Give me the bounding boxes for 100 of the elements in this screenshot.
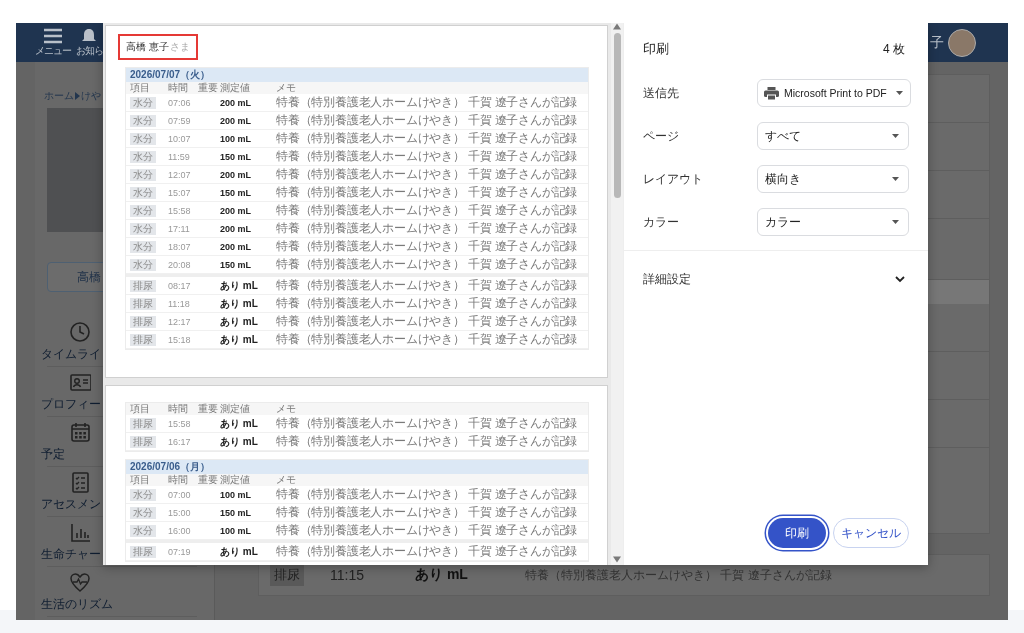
nav-label: アセスメン (41, 495, 101, 513)
category-tag: 水分 (130, 524, 156, 537)
category-tag: 水分 (130, 114, 156, 127)
category-tag: 水分 (130, 204, 156, 217)
record-memo: 特養（特別養護老人ホームけやき） 千賀 遼子さんが記録 (276, 238, 579, 255)
record-memo: 特養（特別養護老人ホームけやき） 千賀 遼子さんが記録 (276, 415, 579, 432)
record-value: 150 mL (220, 259, 253, 270)
column-header: 項目 (130, 474, 151, 486)
column-header: 時間 (168, 474, 189, 486)
field-label: ページ (643, 127, 679, 145)
record-memo: 特養（特別養護老人ホームけやき） 千賀 遼子さんが記録 (276, 202, 579, 219)
record-memo: 特養（特別養護老人ホームけやき） 千賀 遼子さんが記録 (276, 486, 579, 503)
record-value: あり mL (220, 434, 259, 449)
record-value: あり mL (220, 544, 259, 559)
record-memo: 特養（特別養護老人ホームけやき） 千賀 遼子さんが記録 (276, 504, 579, 521)
category-tag: 排尿 (130, 315, 156, 328)
category-tag: 水分 (130, 222, 156, 235)
category-tag: 排尿 (130, 435, 156, 448)
record-value: 200 mL (220, 169, 253, 180)
nav-label: 生活のリズム (41, 595, 113, 613)
record-time: 07:06 (168, 97, 192, 108)
category-tag: 水分 (130, 258, 156, 271)
column-header: 重要 (198, 82, 219, 94)
record-memo: 特養（特別養護老人ホームけやき） 千賀 遼子さんが記録 (276, 184, 579, 201)
record-memo: 特養（特別養護老人ホームけやき） 千賀 遼子さんが記録 (276, 295, 579, 312)
column-header: 項目 (130, 403, 151, 415)
column-header: メモ (276, 474, 297, 486)
field-label: 送信先 (643, 84, 679, 102)
nav-label: 予定 (41, 445, 65, 463)
record-value: 150 mL (220, 507, 253, 518)
record-value: あり mL (220, 416, 259, 431)
record-value: 100 mL (220, 525, 253, 536)
record-memo: 特養（特別養護老人ホームけやき） 千賀 遼子さんが記録 (276, 220, 579, 237)
column-header: 測定値 (220, 403, 251, 415)
category-tag: 水分 (130, 240, 156, 253)
resident-name: 高橋 恵子 (126, 40, 169, 54)
record-time: 15:07 (168, 187, 192, 198)
record-value: あり mL (220, 296, 259, 311)
record-time: 10:07 (168, 133, 192, 144)
record-memo: 特養（特別養護老人ホームけやき） 千賀 遼子さんが記録 (276, 166, 579, 183)
dropdown-value: カラー (765, 213, 802, 231)
column-header: 測定値 (220, 82, 251, 94)
record-time: 11:59 (168, 151, 191, 162)
dropdown-value: Microsoft Print to PDF (784, 87, 888, 99)
record-time: 18:07 (168, 241, 192, 252)
column-header: 重要 (198, 474, 219, 486)
record-time: 11:18 (168, 298, 191, 309)
nav-label: 生命チャー (41, 545, 101, 563)
record-value: 200 mL (220, 97, 253, 108)
record-value: 200 mL (220, 223, 253, 234)
record-memo: 特養（特別養護老人ホームけやき） 千賀 遼子さんが記録 (276, 94, 579, 111)
field-label: レイアウト (643, 170, 703, 188)
record-time: 08:17 (168, 280, 192, 291)
record-time: 15:00 (168, 507, 192, 518)
record-time: 16:17 (168, 436, 192, 447)
nav-label: プロフィー (41, 395, 101, 413)
category-tag: 水分 (130, 168, 156, 181)
record-memo: 特養（特別養護老人ホームけやき） 千賀 遼子さんが記録 (276, 112, 579, 129)
column-header: 時間 (168, 82, 189, 94)
column-header: 時間 (168, 403, 189, 415)
sheet-count: 4 枚 (883, 40, 905, 58)
dialog-title: 印刷 (643, 40, 669, 58)
record-value: 150 mL (220, 187, 253, 198)
column-header: 重要 (198, 403, 219, 415)
category-tag: 水分 (130, 186, 156, 199)
dropdown-value: 横向き (765, 170, 802, 188)
honorific: さま (169, 40, 190, 54)
record-memo: 特養（特別養護老人ホームけやき） 千賀 遼子さんが記録 (276, 313, 579, 330)
record-time: 15:18 (168, 334, 192, 345)
record-time: 20:08 (168, 259, 192, 270)
record-memo: 特養（特別養護老人ホームけやき） 千賀 遼子さんが記録 (276, 256, 579, 273)
category-tag: 排尿 (130, 279, 156, 292)
record-value: 200 mL (220, 115, 253, 126)
record-memo: 特養（特別養護老人ホームけやき） 千賀 遼子さんが記録 (276, 130, 579, 147)
field-label: カラー (643, 213, 679, 231)
dropdown-value: すべて (765, 127, 802, 145)
record-memo: 特養（特別養護老人ホームけやき） 千賀 遼子さんが記録 (276, 331, 579, 348)
record-value: 200 mL (220, 205, 253, 216)
category-tag: 排尿 (130, 545, 156, 558)
record-time: 15:58 (168, 418, 192, 429)
record-time: 16:00 (168, 525, 192, 536)
record-memo: 特養（特別養護老人ホームけやき） 千賀 遼子さんが記録 (276, 433, 579, 450)
user-name: 子 (930, 33, 944, 52)
record-value: あり mL (415, 566, 469, 584)
record-time: 12:17 (168, 316, 192, 327)
category-tag: 排尿 (130, 333, 156, 346)
category-tag: 水分 (130, 132, 156, 145)
category-tag: 水分 (130, 488, 156, 501)
record-value: 200 mL (220, 241, 253, 252)
menu-label: メニュー (35, 43, 71, 58)
category-tag: 水分 (130, 506, 156, 519)
record-time: 15:58 (168, 205, 192, 216)
record-value: あり mL (220, 332, 259, 347)
record-memo: 特養（特別養護老人ホームけやき） 千賀 遼子さんが記録 (276, 543, 579, 560)
record-value: あり mL (220, 278, 259, 293)
record-memo: 特養（特別養護老人ホームけやき） 千賀 遼子さんが記録 (276, 522, 579, 539)
record-time: 07:59 (168, 115, 192, 126)
record-time: 07:19 (168, 546, 192, 557)
category-tag: 水分 (130, 150, 156, 163)
date-header: 2026/07/07（火） (126, 68, 588, 82)
